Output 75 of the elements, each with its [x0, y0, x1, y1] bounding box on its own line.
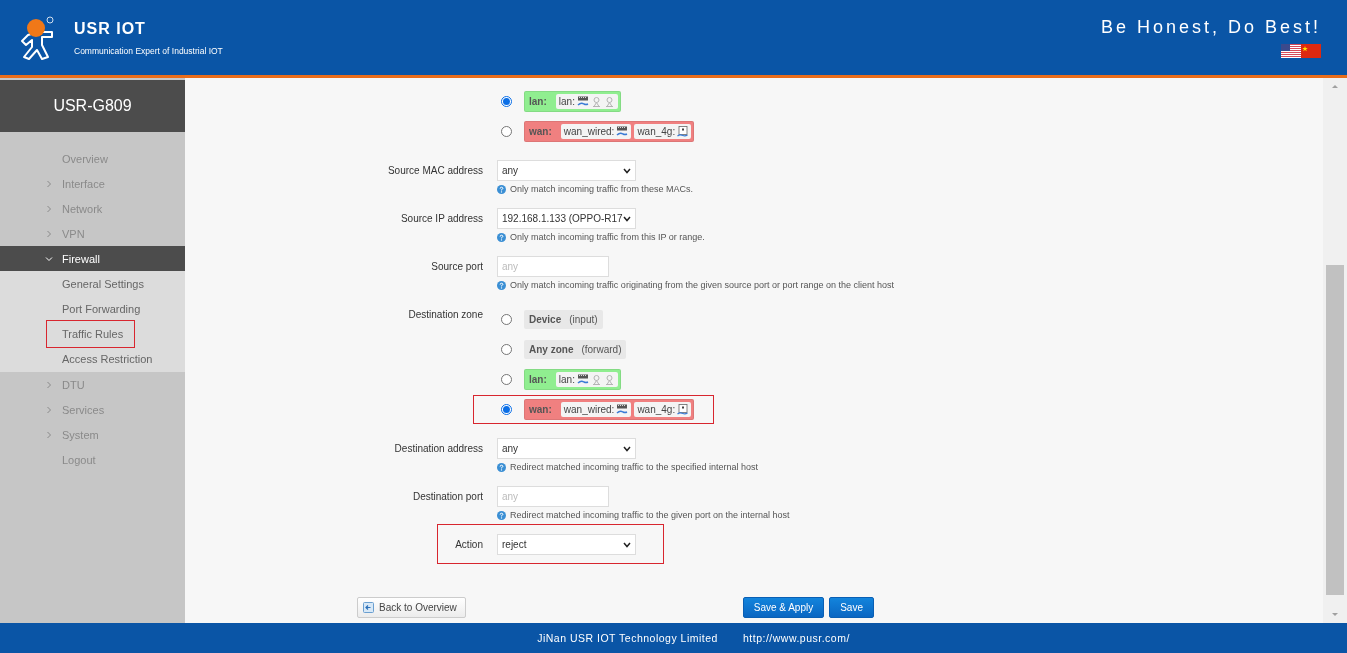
zone-name: wan:	[529, 403, 553, 415]
dropdown-field[interactable]: 192.168.1.133 (OPPO-R17	[497, 208, 636, 229]
chevron-right-icon	[45, 405, 53, 414]
zone-name: Any zone	[529, 343, 574, 355]
zone-name: lan:	[529, 95, 548, 107]
slogan: Be Honest, Do Best!	[1100, 17, 1321, 38]
network-name: wan_4g:	[637, 125, 676, 137]
dropdown-field[interactable]: any	[497, 160, 636, 181]
chevron-right-icon	[45, 179, 53, 188]
radio-button[interactable]	[501, 343, 512, 355]
back-icon	[363, 602, 374, 613]
help-icon	[497, 184, 506, 194]
save-button[interactable]: Save	[829, 597, 874, 618]
chevron-right-icon	[45, 229, 53, 238]
caret-icon	[623, 167, 631, 174]
field-label: Destination zone	[407, 308, 483, 322]
sidebar-subitem[interactable]: General Settings	[62, 277, 144, 290]
device-title: USR-G809	[0, 80, 185, 132]
radio-button[interactable]	[501, 95, 512, 107]
field-label: Action	[454, 538, 483, 552]
chevron-right-icon	[45, 430, 53, 439]
field-hint: Only match incoming traffic from these MACs.	[510, 184, 693, 194]
field-label: Source port	[430, 260, 483, 274]
antenna-icon	[590, 95, 602, 107]
radio-button[interactable]	[501, 403, 512, 415]
network-name: wan_wired:	[563, 403, 615, 415]
field-hint: Only match incoming traffic from this IP or range.	[510, 232, 705, 242]
dropdown-field[interactable]: reject	[497, 534, 636, 555]
antenna-icon	[590, 373, 602, 385]
caret-icon	[623, 215, 631, 222]
field-hint: Redirect matched incoming traffic to the specified internal host	[510, 462, 758, 472]
antenna-icon	[603, 95, 615, 107]
sidebar-subitem[interactable]: Access Restriction	[62, 352, 153, 365]
chevron-right-icon	[45, 204, 53, 213]
network-name: lan:	[558, 95, 575, 107]
radio-button[interactable]	[501, 373, 512, 385]
field-hint: Only match incoming traffic originating from the given source port or port range on the client host	[510, 280, 895, 290]
sidebar-subitem[interactable]: Port Forwarding	[62, 302, 141, 315]
network-name: wan_4g:	[637, 403, 676, 415]
sidebar-subitem[interactable]: Traffic Rules	[62, 327, 124, 340]
help-icon	[497, 510, 506, 520]
radio-button[interactable]	[501, 125, 512, 137]
back-button[interactable]: Back to Overview	[357, 597, 466, 618]
chevron-down-icon	[45, 254, 53, 263]
input-field[interactable]: any	[497, 486, 609, 507]
zone-name: Device	[529, 313, 562, 325]
network-name: wan_wired:	[563, 125, 615, 137]
chevron-right-icon	[45, 380, 53, 389]
caret-icon	[623, 541, 631, 548]
help-icon	[497, 232, 506, 242]
caret-icon	[623, 445, 631, 452]
save-apply-button[interactable]: Save & Apply	[742, 597, 825, 618]
brand-name: USR IOT	[74, 19, 147, 38]
dropdown-field[interactable]: any	[497, 438, 636, 459]
company-name: JiNan USR IOT Technology Limited	[537, 632, 718, 644]
help-icon	[497, 462, 506, 472]
brand-tagline: Communication Expert of Industrial IOT	[74, 45, 223, 56]
zone-name: wan:	[529, 125, 553, 137]
zone-note: (input)	[569, 313, 598, 325]
field-hint: Redirect matched incoming traffic to the given port on the internal host	[510, 510, 790, 520]
field-label: Destination address	[393, 442, 483, 456]
us-flag-icon[interactable]	[1281, 44, 1301, 58]
field-label: Source IP address	[399, 212, 483, 226]
field-label: Source MAC address	[386, 164, 483, 178]
scrollbar[interactable]	[1323, 78, 1347, 623]
sidebar-item[interactable]: Firewall	[0, 246, 185, 271]
field-label: Destination port	[411, 490, 483, 504]
radio-button[interactable]	[501, 313, 512, 325]
antenna-icon	[603, 373, 615, 385]
zone-name: lan:	[529, 373, 548, 385]
zone-note: (forward)	[581, 343, 622, 355]
network-name: lan:	[558, 373, 575, 385]
help-icon	[497, 280, 506, 290]
input-field[interactable]: any	[497, 256, 609, 277]
website-link[interactable]: http://www.pusr.com/	[742, 632, 850, 644]
